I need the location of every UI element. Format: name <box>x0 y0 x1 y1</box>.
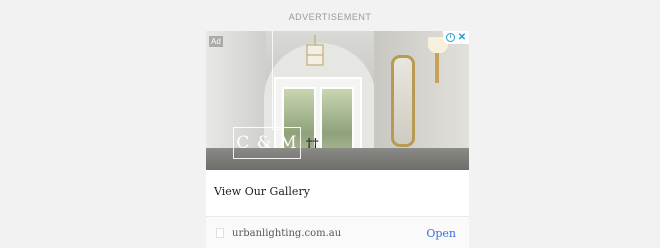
open-button[interactable]: Open <box>426 227 456 240</box>
brand-logo: C & M <box>233 127 301 159</box>
image-sconce-stem <box>435 53 439 83</box>
ad-card[interactable]: C & M †† Ad i ✕ View Our Gallery urbanli… <box>206 31 469 248</box>
favicon-icon <box>216 228 224 238</box>
ad-image[interactable]: C & M †† Ad i ✕ <box>206 31 469 170</box>
advertiser-domain[interactable]: urbanlighting.com.au <box>232 228 341 239</box>
image-overlay-line <box>272 31 273 129</box>
adchoices-controls[interactable]: i ✕ <box>443 31 469 44</box>
adchoices-icon[interactable]: i <box>445 33 455 42</box>
close-icon[interactable]: ✕ <box>458 32 466 43</box>
ad-headline[interactable]: View Our Gallery <box>214 185 310 198</box>
brand-logo-mark: †† <box>306 136 319 150</box>
advertisement-label: ADVERTISEMENT <box>288 12 372 22</box>
image-mirror <box>391 55 415 147</box>
ad-badge: Ad <box>209 36 223 47</box>
image-chandelier <box>306 35 324 66</box>
